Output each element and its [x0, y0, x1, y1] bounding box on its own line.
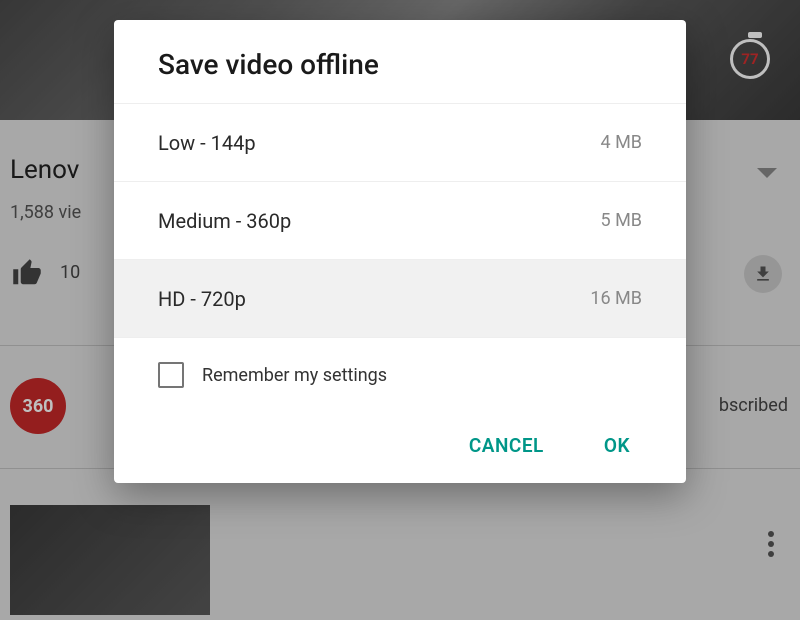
remember-label: Remember my settings: [202, 365, 387, 386]
remember-settings-row[interactable]: Remember my settings: [114, 337, 686, 396]
quality-option-low[interactable]: Low - 144p 4 MB: [114, 103, 686, 181]
quality-label: HD - 720p: [158, 287, 246, 311]
quality-size: 5 MB: [600, 210, 642, 231]
cancel-button[interactable]: CANCEL: [469, 434, 544, 457]
quality-size: 16 MB: [590, 288, 642, 309]
quality-label: Low - 144p: [158, 131, 256, 155]
ok-button[interactable]: OK: [604, 434, 630, 457]
quality-size: 4 MB: [600, 132, 642, 153]
remember-checkbox[interactable]: [158, 362, 184, 388]
quality-option-medium[interactable]: Medium - 360p 5 MB: [114, 181, 686, 259]
quality-label: Medium - 360p: [158, 209, 291, 233]
save-offline-dialog: Save video offline Low - 144p 4 MB Mediu…: [114, 20, 686, 483]
dialog-title: Save video offline: [114, 20, 686, 103]
dialog-actions: CANCEL OK: [114, 396, 686, 483]
quality-option-hd[interactable]: HD - 720p 16 MB: [114, 259, 686, 337]
